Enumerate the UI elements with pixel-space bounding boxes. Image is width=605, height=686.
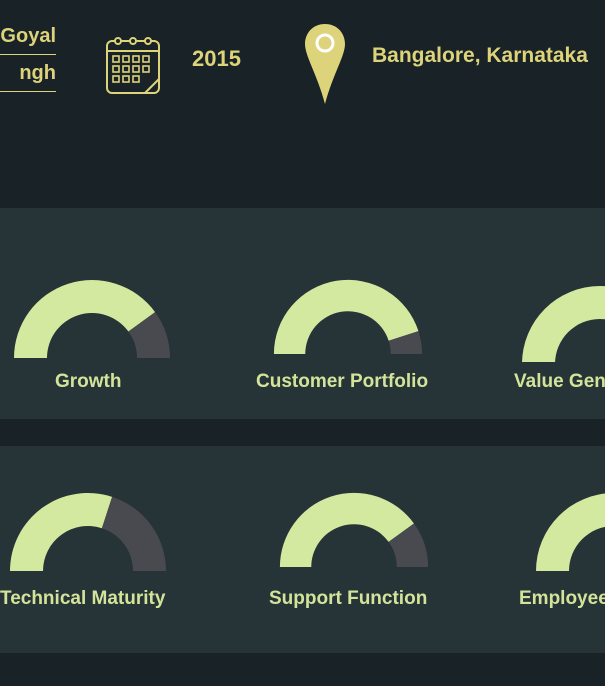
gauge-filled-arc — [536, 493, 605, 571]
gauge-filled-arc — [10, 493, 113, 571]
gauge-label: Value Gen — [514, 371, 605, 392]
gauge-remaining-arc — [101, 496, 166, 571]
gauge-chart — [536, 493, 605, 571]
map-pin-icon — [303, 22, 347, 111]
gauge-chart — [522, 286, 605, 362]
gauge-customer-portfolio — [272, 278, 424, 354]
founder-name: ngh — [0, 55, 56, 92]
founders-list: Goyal ngh — [0, 18, 56, 92]
founder-name: Goyal — [0, 18, 56, 55]
calendar-icon — [105, 34, 161, 101]
gauge-technical-maturity — [8, 491, 168, 571]
gauge-filled-arc — [279, 492, 414, 567]
gauge-label: Employee — [519, 588, 605, 609]
gauge-filled-arc — [14, 280, 156, 358]
gauge-label: Technical Maturity — [0, 588, 166, 609]
gauge-chart — [10, 493, 166, 571]
gauge-chart — [14, 280, 170, 358]
gauge-filled-arc — [522, 286, 605, 362]
gauge-value-gen — [520, 284, 605, 362]
gauge-growth — [12, 278, 172, 360]
location-text: Bangalore, Karnataka — [372, 44, 588, 67]
gauge-label: Support Function — [269, 588, 428, 609]
gauge-label: Customer Portfolio — [256, 371, 429, 392]
founded-year: 2015 — [192, 46, 241, 71]
gauge-support-function — [278, 491, 430, 567]
company-profile-page: Goyal ngh 2015 Bangalore, Karnataka Grow… — [0, 0, 605, 686]
gauge-chart — [279, 492, 429, 567]
gauge-label: Growth — [55, 371, 122, 392]
gauge-employee — [534, 491, 605, 571]
gauge-chart — [273, 279, 423, 354]
